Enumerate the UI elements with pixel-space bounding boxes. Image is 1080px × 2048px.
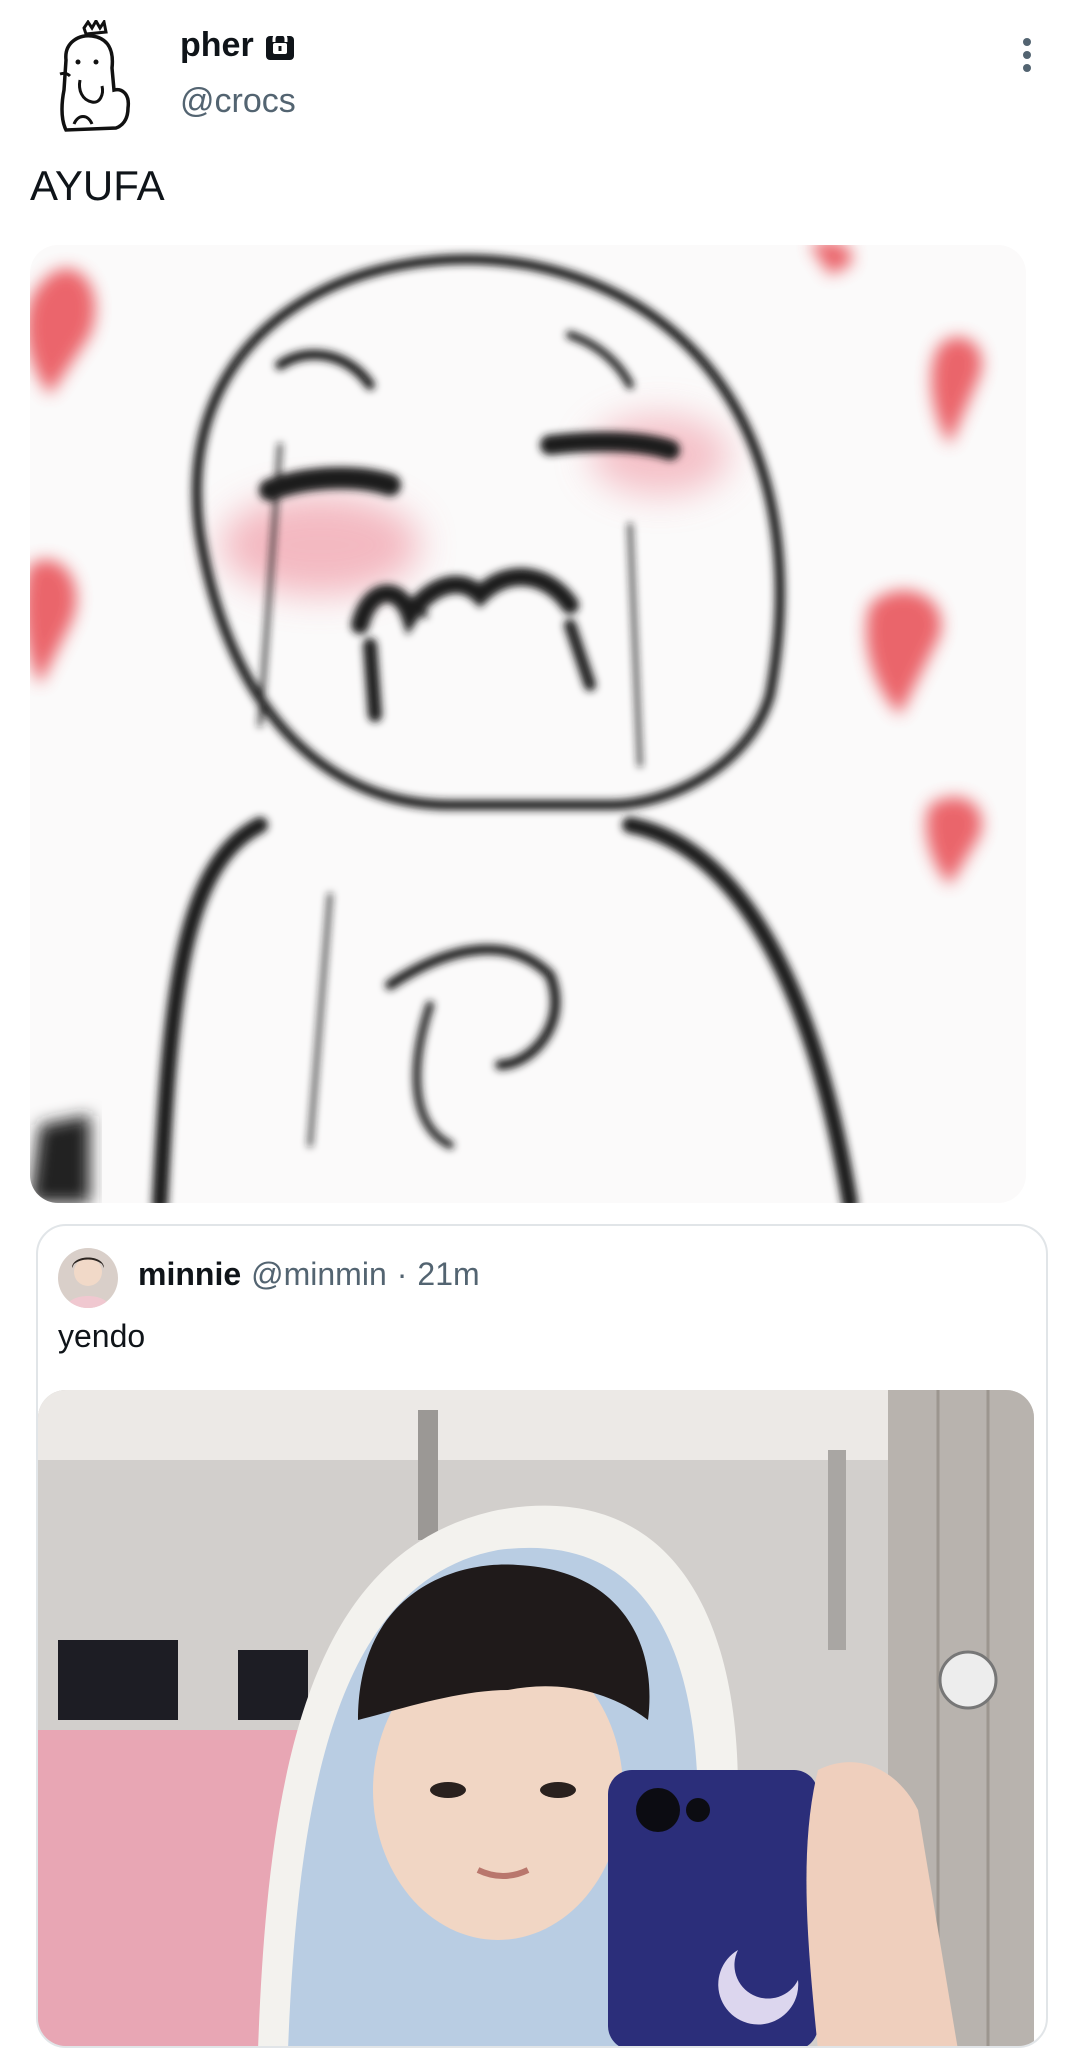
quoted-user-avatar[interactable] [58, 1248, 118, 1308]
ghost-avatar-icon [59, 17, 131, 132]
user-handle[interactable]: @crocs [180, 82, 296, 121]
quoted-tweet-text: yendo [58, 1318, 146, 1354]
quoted-timestamp[interactable]: 21m [417, 1256, 479, 1293]
meta-separator: · [396, 1256, 408, 1292]
tweet-text: AYUFA [30, 162, 165, 209]
quoted-display-name[interactable]: minnie [138, 1256, 241, 1293]
tweet-header: pher @crocs [0, 0, 1080, 150]
person-avatar-icon [58, 1248, 118, 1308]
quoted-tweet-card[interactable]: minnie @minmin · 21m yendo [36, 1224, 1048, 2048]
display-name-row: pher [180, 26, 296, 65]
user-avatar[interactable] [52, 17, 142, 132]
tweet-image[interactable] [30, 245, 1026, 1203]
more-vertical-icon[interactable] [1012, 36, 1042, 74]
lock-icon [265, 31, 294, 60]
quoted-user-handle[interactable]: @minmin [251, 1256, 387, 1293]
display-name[interactable]: pher [180, 26, 254, 65]
blushing-character-image [30, 245, 1026, 1203]
quoted-tweet-meta: minnie @minmin · 21m [138, 1256, 480, 1293]
quoted-tweet-image[interactable] [38, 1390, 1034, 2046]
selfie-photo-image [38, 1390, 1034, 2046]
